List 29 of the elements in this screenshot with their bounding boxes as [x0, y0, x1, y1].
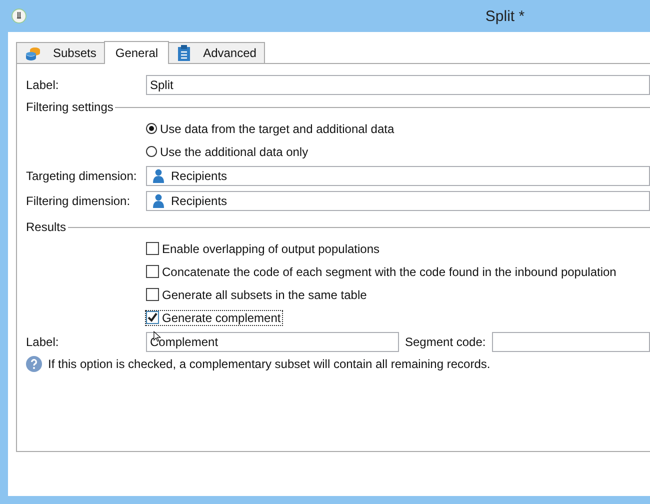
radio-option[interactable]: Use data from the target and additional data — [145, 120, 396, 136]
section-title: Results — [26, 220, 66, 234]
field-label: Label: — [26, 78, 60, 92]
dimension-field[interactable]: Recipients — [146, 190, 650, 210]
hint-text: If this option is checked, a complementary subset will contain all remaining records. — [48, 357, 490, 371]
dimension-field[interactable]: Recipients — [146, 166, 650, 186]
checkbox-option[interactable]: Enable overlapping of output populations — [145, 240, 382, 256]
tab[interactable]: Subsets — [16, 42, 106, 63]
tab[interactable]: General — [104, 41, 170, 64]
radio-option[interactable]: Use the additional data only — [145, 144, 310, 160]
checkbox-option[interactable]: Generate all subsets in the same table — [145, 286, 369, 302]
checkbox-option[interactable]: Concatenate the code of each segment with the code found in the inbound population — [145, 264, 618, 280]
field-label: Label: — [26, 334, 60, 348]
label-field[interactable]: Split — [146, 74, 650, 94]
field-label: Segment code: — [405, 334, 486, 348]
help-icon — [26, 356, 42, 372]
clipboard-icon — [177, 45, 192, 61]
app-icon — [11, 8, 27, 24]
field-label: Targeting dimension: — [26, 168, 138, 182]
field-label: Filtering dimension: — [26, 194, 132, 208]
window-title: Split * — [484, 8, 526, 24]
checkbox-option[interactable]: Generate complement — [145, 310, 283, 326]
tab[interactable]: Advanced — [168, 42, 266, 63]
segment-code-field[interactable] — [492, 332, 650, 352]
person-icon — [153, 168, 164, 182]
person-icon — [153, 194, 164, 208]
database-icon — [25, 45, 41, 61]
section-title: Filtering settings — [26, 100, 114, 114]
complement-label-field[interactable]: Complement — [146, 332, 399, 352]
